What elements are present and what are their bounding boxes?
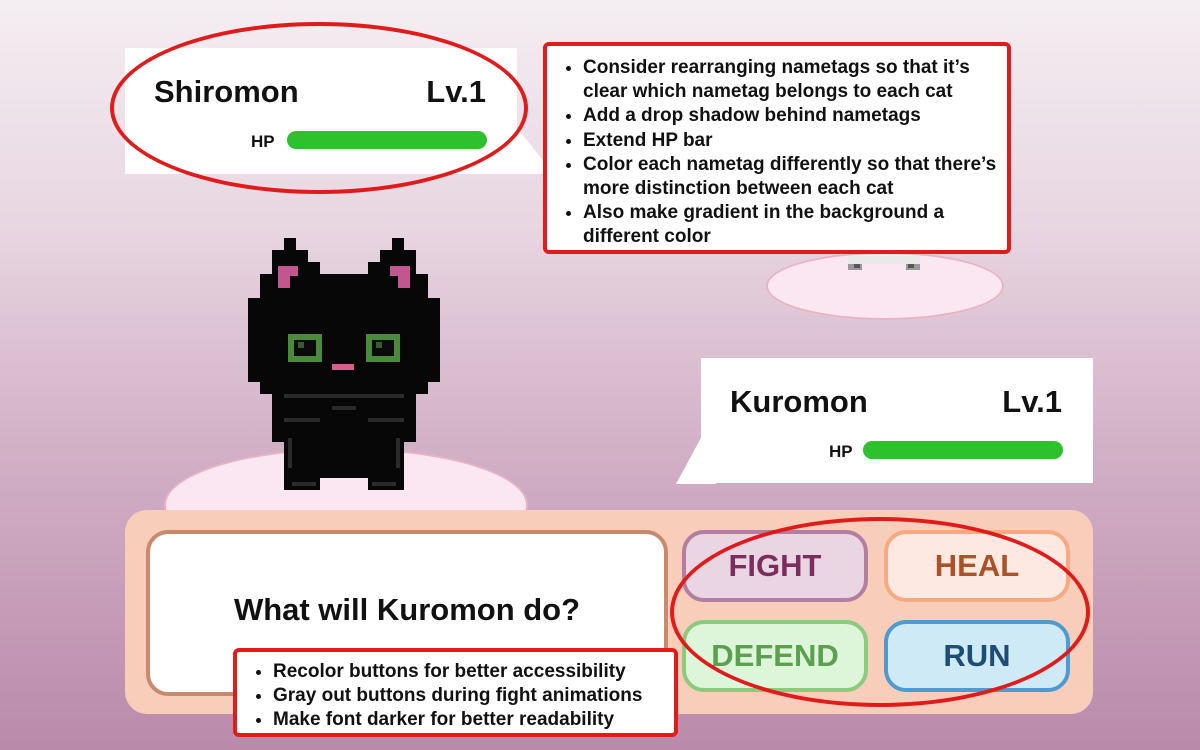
enemy-cat-sprite — [848, 256, 920, 270]
feedback-item: Color each nametag differently so that t… — [583, 153, 999, 201]
button-feedback-note: Recolor buttons for better accessibility… — [233, 648, 678, 737]
button-feedback-list: Recolor buttons for better accessibility… — [237, 660, 666, 732]
player-nametag: Kuromon Lv.1 HP — [701, 358, 1093, 483]
battle-prompt: What will Kuromon do? — [233, 592, 581, 627]
feedback-item: Gray out buttons during fight animations — [273, 684, 666, 708]
feedback-item: Also make gradient in the background a d… — [583, 201, 999, 249]
player-hp-bar — [863, 441, 1063, 459]
nametag-feedback-list: Consider rearranging nametags so that it… — [547, 56, 999, 250]
feedback-item: Consider rearranging nametags so that it… — [583, 56, 999, 104]
player-name: Kuromon — [730, 384, 868, 419]
feedback-item: Make font darker for better readability — [273, 708, 666, 732]
nametag-highlight-circle — [110, 22, 528, 194]
player-hp-label: HP — [829, 442, 853, 461]
player-nametag-tail — [676, 436, 716, 484]
buttons-highlight-circle — [670, 517, 1090, 707]
black-cat-sprite — [248, 238, 440, 490]
player-level: Lv.1 — [1002, 384, 1062, 419]
feedback-item: Add a drop shadow behind nametags — [583, 104, 999, 128]
nametag-feedback-note: Consider rearranging nametags so that it… — [543, 42, 1011, 254]
feedback-item: Extend HP bar — [583, 129, 999, 153]
feedback-item: Recolor buttons for better accessibility — [273, 660, 666, 684]
